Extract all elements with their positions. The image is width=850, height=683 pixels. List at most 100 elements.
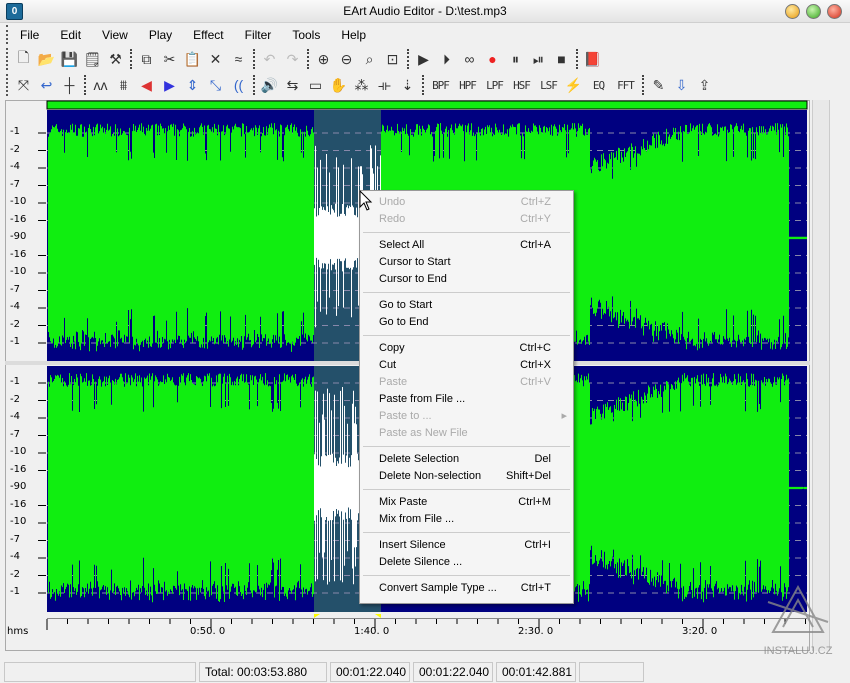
menu-item-label: Redo [379, 213, 405, 225]
context-menu: Undo Ctrl+Z Redo Ctrl+Y Select All Ctrl+A Curs… [359, 190, 574, 604]
db-label: -7 [10, 179, 20, 190]
menu-item-label: Insert Silence [379, 539, 446, 551]
menu-item-select-all[interactable]: Select All Ctrl+A [360, 237, 573, 254]
menu-item-go-to-start[interactable]: Go to Start [360, 297, 573, 314]
db-label: -7 [10, 534, 20, 545]
menu-item-cursor-to-start[interactable]: Cursor to Start [360, 254, 573, 271]
menu-item-shortcut: Ctrl+I [524, 537, 551, 554]
db-label: -16 [10, 249, 26, 260]
menu-item-shortcut: Ctrl+Z [521, 194, 551, 211]
menu-item-label: Mix from File ... [379, 513, 454, 525]
db-label: -10 [10, 516, 26, 527]
status-selection-end: 00:01:42.881 [496, 662, 576, 682]
db-label: -10 [10, 266, 26, 277]
status-cursor: 00:01:22.040 [413, 662, 493, 682]
menu-item-delete-selection[interactable]: Delete Selection Del [360, 451, 573, 468]
menu-item-cut[interactable]: Cut Ctrl+X [360, 357, 573, 374]
menu-item-shortcut: Ctrl+A [520, 237, 551, 254]
db-label: -4 [10, 301, 20, 312]
db-label: -1 [10, 336, 20, 347]
db-label: -2 [10, 569, 20, 580]
db-label: -2 [10, 394, 20, 405]
menu-item-label: Delete Selection [379, 453, 459, 465]
menu-item-label: Delete Non-selection [379, 470, 481, 482]
status-selection-start: 00:01:22.040 [330, 662, 410, 682]
time-tick-label: 0:50. 0 [190, 626, 225, 637]
menu-separator [363, 489, 570, 490]
db-label: -2 [10, 144, 20, 155]
menu-item-insert-silence[interactable]: Insert Silence Ctrl+I [360, 537, 573, 554]
menu-item-convert-sample-type[interactable]: Convert Sample Type ... Ctrl+T [360, 580, 573, 597]
menu-item-shortcut: Del [534, 451, 551, 468]
db-label: -1 [10, 586, 20, 597]
menu-item-label: Undo [379, 196, 405, 208]
menu-item-redo: Redo Ctrl+Y [360, 211, 573, 228]
menu-item-label: Copy [379, 342, 405, 354]
menu-item-delete-non-selection[interactable]: Delete Non-selection Shift+Del [360, 468, 573, 485]
db-label: -16 [10, 464, 26, 475]
menu-item-shortcut: Ctrl+V [520, 374, 551, 391]
menu-separator [363, 232, 570, 233]
menu-separator [363, 575, 570, 576]
selection-start-marker[interactable] [314, 614, 320, 618]
menu-item-shortcut: Ctrl+X [520, 357, 551, 374]
resize-grip[interactable] [647, 662, 747, 681]
db-label: -10 [10, 446, 26, 457]
menu-item-label: Paste from File ... [379, 393, 465, 405]
menu-item-label: Cut [379, 359, 396, 371]
menu-item-shortcut: Ctrl+C [520, 340, 551, 357]
menu-item-label: Go to End [379, 316, 429, 328]
menu-item-label: Paste [379, 376, 407, 388]
menu-separator [363, 532, 570, 533]
vertical-scrollbar[interactable] [812, 100, 830, 651]
menu-item-copy[interactable]: Copy Ctrl+C [360, 340, 573, 357]
menu-item-paste-to: Paste to ... ▸ [360, 408, 573, 425]
menu-item-label: Mix Paste [379, 496, 427, 508]
menu-separator [363, 292, 570, 293]
watermark-logo: INSTALUJ.CZ [758, 582, 838, 664]
menu-separator [363, 446, 570, 447]
selection-end-marker[interactable] [375, 614, 381, 618]
submenu-arrow-icon: ▸ [561, 408, 567, 425]
menu-item-paste-from-file[interactable]: Paste from File ... [360, 391, 573, 408]
status-extra [579, 662, 644, 682]
menu-item-cursor-to-end[interactable]: Cursor to End [360, 271, 573, 288]
menu-item-label: Go to Start [379, 299, 432, 311]
menu-item-mix-from-file[interactable]: Mix from File ... [360, 511, 573, 528]
menu-item-shortcut: Ctrl+T [521, 580, 551, 597]
menu-separator [363, 335, 570, 336]
db-label: -7 [10, 429, 20, 440]
db-label: -7 [10, 284, 20, 295]
menu-item-label: Select All [379, 239, 424, 251]
menu-item-paste: Paste Ctrl+V [360, 374, 573, 391]
db-label: -4 [10, 551, 20, 562]
db-label: -1 [10, 126, 20, 137]
status-bar: Total: 00:03:53.880 00:01:22.040 00:01:2… [0, 660, 850, 683]
watermark-text: INSTALUJ.CZ [758, 645, 838, 657]
db-label: -90 [10, 231, 26, 242]
menu-item-label: Convert Sample Type ... [379, 582, 497, 594]
menu-item-label: Paste to ... [379, 410, 432, 422]
menu-item-shortcut: Shift+Del [506, 468, 551, 485]
menu-item-label: Paste as New File [379, 427, 468, 439]
menu-item-label: Delete Silence ... [379, 556, 462, 568]
time-tick-label: 2:30. 0 [518, 626, 553, 637]
menu-item-label: Cursor to End [379, 273, 447, 285]
db-label: -10 [10, 196, 26, 207]
db-label: -4 [10, 411, 20, 422]
menu-item-shortcut: Ctrl+Y [520, 211, 551, 228]
menu-item-mix-paste[interactable]: Mix Paste Ctrl+M [360, 494, 573, 511]
db-label: -90 [10, 481, 26, 492]
time-tick-label: 1:40. 0 [354, 626, 389, 637]
menu-item-shortcut: Ctrl+M [518, 494, 551, 511]
menu-item-label: Cursor to Start [379, 256, 451, 268]
menu-item-go-to-end[interactable]: Go to End [360, 314, 573, 331]
mouse-cursor-icon [359, 190, 373, 212]
overview-bar[interactable] [47, 101, 807, 109]
db-label: -16 [10, 499, 26, 510]
menu-item-delete-silence[interactable]: Delete Silence ... [360, 554, 573, 571]
menu-item-undo: Undo Ctrl+Z [360, 194, 573, 211]
db-label: -4 [10, 161, 20, 172]
time-unit-label: hms [7, 626, 28, 637]
db-label: -2 [10, 319, 20, 330]
